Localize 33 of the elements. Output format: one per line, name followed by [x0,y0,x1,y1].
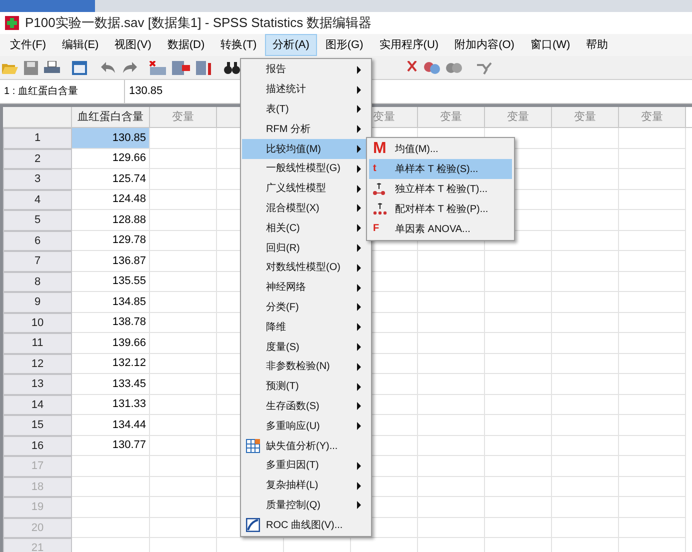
menu-item-label: 报告 [266,62,287,78]
menu-item-label: 配对样本 T 检验(P)... [395,202,488,216]
menu-item-label: 广义线性模型 [266,182,327,196]
menu-item-label: 单因素 ANOVA... [395,222,470,236]
menu-item-label: 描述统计 [266,82,307,98]
glyph-icon: F [373,224,380,234]
menu-item-label: 神经网络 [266,280,307,296]
menu-item-label: 预测(T) [266,380,300,394]
glyph-icon: M [373,141,386,157]
menu-item-label: 单样本 T 检验(S)... [395,162,478,176]
menu-item-label: 独立样本 T 检验(T)... [395,182,488,196]
menu-item-label: 降维 [266,320,287,335]
glyph-icon: t [373,164,376,174]
menu-item-label: 分类(F) [266,300,300,315]
menu-item-label: 质量控制(Q) [266,498,322,513]
menu-item-label: 混合模型(X) [266,202,320,216]
menu-item-label: 多重归因(T) [266,458,320,474]
menu-item-label: 多重响应(U) [266,420,321,434]
menu-item-label: 生存函数(S) [266,400,320,414]
menu-item-label: 表(T) [266,102,290,117]
menu-item-label: RFM 分析 [266,122,312,137]
menu-item-label: 复杂抽样(L) [266,478,320,494]
menu-item-label: ROC 曲线图(V)... [266,518,344,533]
menu-item-label: 均值(M)... [395,142,438,156]
window-title: P100实验一数据.sav [数据集1] - SPSS Statistics 数据编辑器 [25,14,372,32]
menu-item-label: 相关(C) [266,222,301,236]
menu-item-label: 比较均值(M) [266,142,322,157]
menu-item-label: 对数线性模型(O) [266,260,342,276]
menu-item-label: 缺失值分析(Y)... [266,440,339,454]
menu-item-label: 一般线性模型(G) [266,162,342,176]
menu-item-label: 非参数检验(N) [266,360,331,374]
menu-item-label: 回归(R) [266,242,301,256]
menu-item-label: 度量(S) [266,340,300,355]
